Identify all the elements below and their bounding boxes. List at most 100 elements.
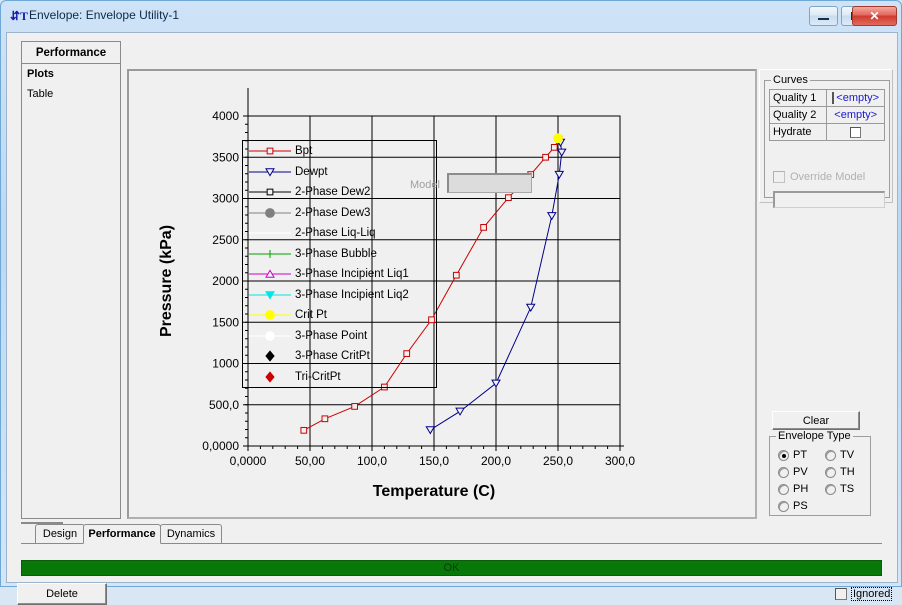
data-point: [452, 271, 460, 279]
radio-icon[interactable]: [825, 466, 836, 478]
legend-symbol: [246, 285, 294, 306]
y-tick-label: 3500: [212, 150, 239, 164]
quality1-value: <empty>: [836, 91, 880, 104]
legend-label: 2-Phase Dew2: [295, 186, 371, 198]
legend-item: 2-Phase Liq-Liq: [243, 223, 436, 244]
sidebar-item-table[interactable]: Table: [22, 84, 120, 104]
legend-label: 3-Phase Incipient Liq2: [295, 288, 409, 301]
legend-symbol: [246, 305, 294, 326]
tab-dynamics[interactable]: Dynamics: [160, 524, 222, 544]
legend-item: 3-Phase Bubble: [243, 244, 436, 265]
y-axis-title: Pressure (kPa): [158, 225, 175, 337]
x-tick-label: 100,0: [357, 454, 387, 468]
hydrate-checkbox[interactable]: [850, 126, 862, 138]
radio-label: PT: [793, 449, 808, 461]
legend-item: 3-Phase CritPt: [243, 346, 436, 367]
hydrate-value-cell[interactable]: [826, 123, 885, 141]
legend-item: 3-Phase Incipient Liq1: [243, 264, 436, 285]
close-button[interactable]: ✕: [852, 6, 897, 26]
sidebar-list[interactable]: Plots Table: [21, 63, 121, 519]
envelope-type-groupbox: Envelope Type PT TV PV TH PH TS PS: [769, 430, 871, 516]
radio-icon[interactable]: [778, 483, 789, 495]
radio-option-pt[interactable]: PT: [778, 449, 807, 461]
curves-table[interactable]: Quality 1 <empty> Quality 2 <empty> Hydr…: [768, 89, 885, 141]
envelope-window: ⇵T Envelope: Envelope Utility-1 ✕ Perfor…: [0, 0, 902, 605]
table-row[interactable]: Quality 1 <empty>: [768, 89, 885, 107]
radio-icon[interactable]: [825, 483, 836, 495]
legend-item: Bpt: [243, 141, 436, 162]
data-point: [553, 133, 563, 144]
x-tick-label: 200,0: [481, 454, 511, 468]
y-tick-label: 500,0: [209, 398, 239, 412]
text-caret: [832, 92, 835, 105]
legend-item: 3-Phase Point: [243, 326, 436, 347]
y-tick-label: 0,0000: [202, 439, 239, 453]
tab-design[interactable]: Design: [35, 524, 85, 544]
radio-option-ps[interactable]: PS: [778, 500, 808, 512]
legend-item: 2-Phase Dew3: [243, 203, 436, 224]
radio-icon[interactable]: [778, 466, 789, 478]
radio-option-pv[interactable]: PV: [778, 466, 808, 478]
table-row[interactable]: Hydrate: [768, 123, 885, 141]
title-bar[interactable]: ⇵T Envelope: Envelope Utility-1 ✕: [1, 1, 901, 31]
data-point: [265, 350, 275, 362]
legend-symbol: [246, 326, 294, 347]
sidebar-item-plots[interactable]: Plots: [22, 64, 120, 84]
radio-label: PV: [793, 466, 808, 478]
plot-panel: 0,0000 50,00 100,0 150,0 200,0 250,0 300,0 0,0…: [127, 69, 757, 519]
ignored-label: Ignored: [851, 587, 893, 601]
radio-icon[interactable]: [825, 449, 836, 461]
quality2-value-cell[interactable]: <empty>: [826, 106, 885, 124]
radio-label: PS: [793, 500, 808, 512]
radio-icon[interactable]: [778, 500, 789, 512]
series-crit-pt: [553, 133, 563, 144]
data-point: [265, 310, 275, 320]
legend-item: 3-Phase Incipient Liq2: [243, 285, 436, 306]
legend-item: Dewpt: [243, 162, 436, 183]
delete-button[interactable]: Delete: [17, 583, 107, 605]
data-point: [542, 153, 549, 161]
data-point: [265, 370, 275, 383]
legend-item: Crit Pt: [243, 305, 436, 326]
clear-button[interactable]: Clear: [772, 411, 860, 430]
override-model-checkbox: [773, 171, 785, 183]
sidebar-tab-performance[interactable]: Performance: [21, 41, 121, 63]
curves-groupbox: Curves Quality 1 <empty> Quality 2 <empt…: [764, 74, 890, 208]
legend-label: 2-Phase Dew3: [295, 206, 371, 219]
legend-label: Bpt: [295, 145, 313, 157]
legend-symbol: [246, 244, 294, 265]
window-title: Envelope: Envelope Utility-1: [29, 8, 180, 22]
status-bar: OK: [21, 560, 882, 576]
table-row[interactable]: Quality 2 <empty>: [768, 106, 885, 124]
tab-performance[interactable]: Performance: [83, 524, 161, 544]
legend-label: 3-Phase CritPt: [295, 350, 370, 362]
ignored-checkbox-row[interactable]: Ignored: [835, 587, 893, 601]
legend-label: 3-Phase Bubble: [295, 247, 377, 260]
data-point: [265, 207, 275, 218]
model-label: Model: [410, 179, 440, 191]
legend-item: Tri-CritPt: [243, 367, 436, 388]
legend-label: Dewpt: [295, 165, 328, 178]
radio-option-ph[interactable]: PH: [778, 483, 808, 495]
ignored-checkbox[interactable]: [835, 588, 847, 600]
override-model-row: Override Model: [773, 171, 865, 183]
radio-option-th[interactable]: TH: [825, 466, 855, 478]
x-axis-title: Temperature (C): [373, 483, 495, 500]
y-tick-label: 2000: [212, 274, 239, 288]
data-point: [300, 426, 308, 434]
x-tick-label: 50,00: [295, 454, 325, 468]
legend-symbol: [246, 141, 294, 162]
radio-label: TS: [840, 483, 855, 495]
radio-icon[interactable]: [778, 449, 789, 461]
curves-row-name: Quality 2: [768, 106, 828, 124]
client-area: Performance Plots Table 0,0000 50,00 100,0…: [6, 32, 898, 605]
data-point: [550, 143, 558, 151]
radio-option-tv[interactable]: TV: [825, 449, 854, 461]
minimize-button[interactable]: [809, 6, 838, 26]
data-point: [351, 403, 359, 410]
radio-option-ts[interactable]: TS: [825, 483, 854, 495]
quality1-value-cell[interactable]: <empty>: [826, 89, 885, 107]
legend-symbol: [246, 264, 294, 285]
x-tick-label: 250,0: [543, 454, 573, 468]
x-tick-label: 300,0: [605, 454, 635, 468]
